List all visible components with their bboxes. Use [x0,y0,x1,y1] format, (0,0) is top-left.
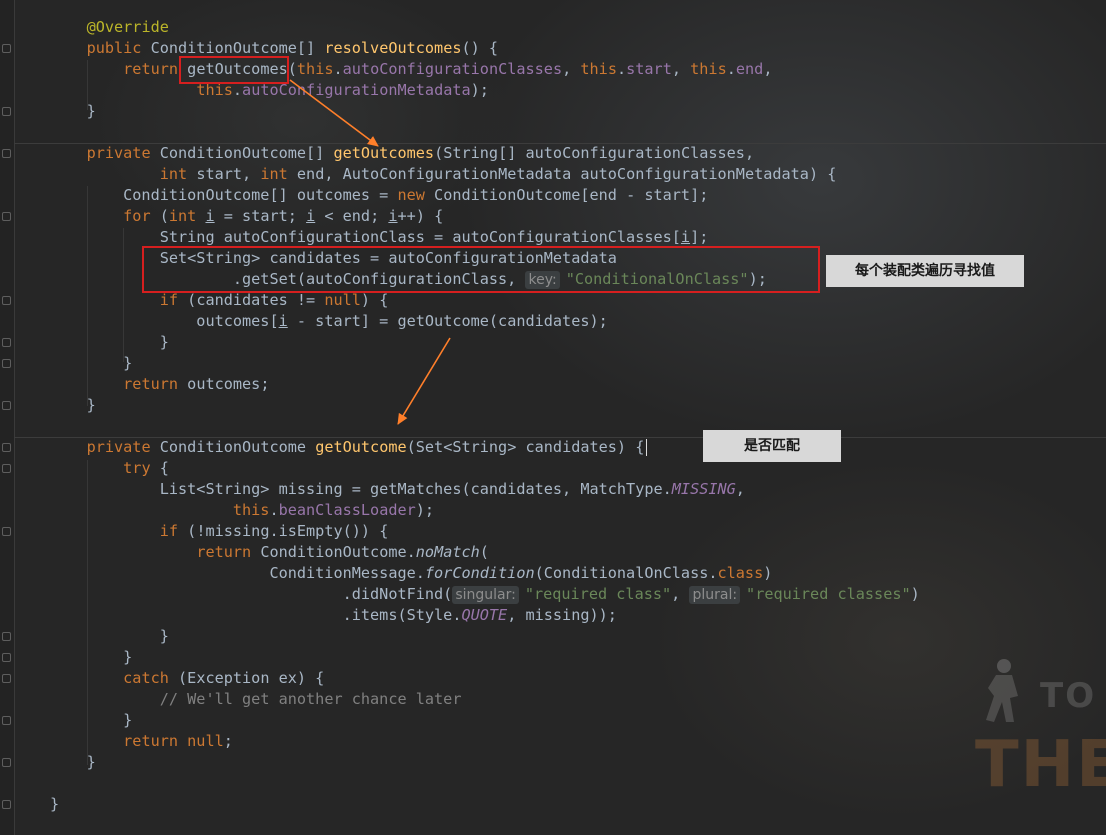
code-editor[interactable]: @Override public ConditionOutcome[] reso… [0,0,1106,835]
arrow-to-getoutcome [397,337,451,425]
arrow-to-getoutcomes [289,79,379,147]
annotation-note-iterate: 每个装配类遍历寻找值 [826,255,1024,287]
annotation-arrows [289,79,451,425]
watermark-figure-icon [986,659,1018,722]
watermark-text-top: TO [1040,676,1097,716]
watermark-text-bottom: THE [975,728,1106,802]
annotation-note-match: 是否匹配 [703,430,841,462]
